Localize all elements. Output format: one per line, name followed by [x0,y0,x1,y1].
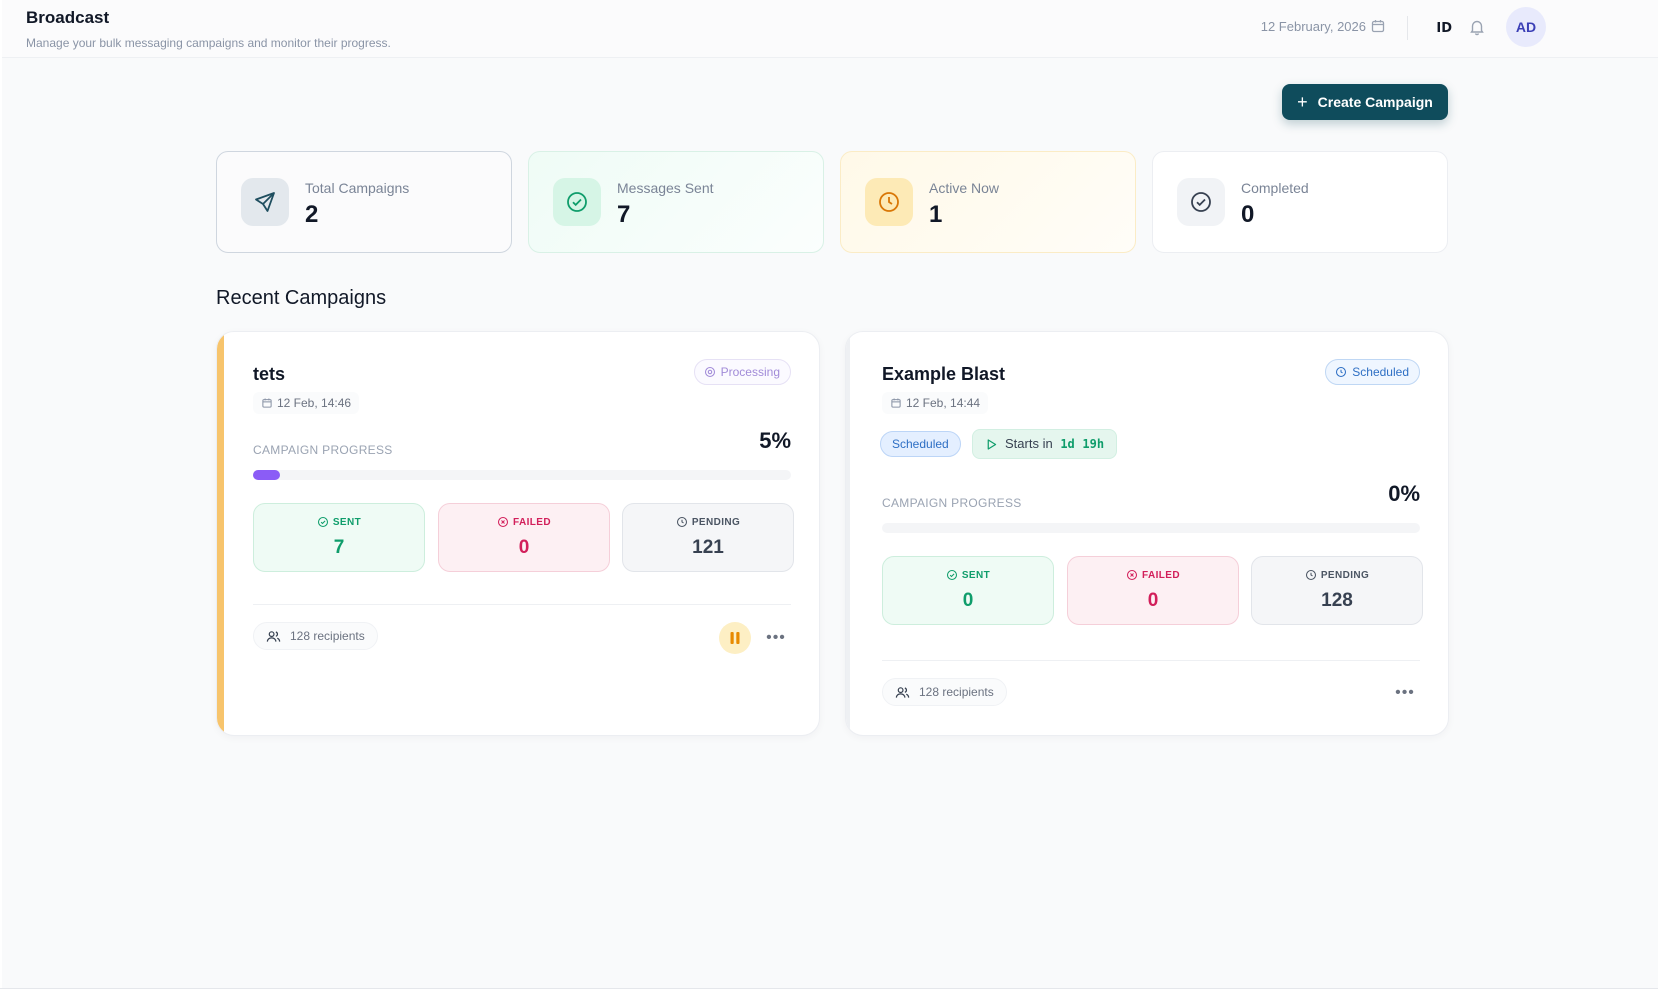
clock-icon [865,178,913,226]
language-switcher[interactable]: ID [1436,21,1452,36]
progress-track [253,470,791,480]
campaign-date: 12 Feb, 14:46 [253,392,360,414]
starts-in-countdown: Starts in 1d 19h [972,429,1118,459]
progress-label: CAMPAIGN PROGRESS [882,496,1022,510]
users-icon [266,631,281,642]
pause-button[interactable] [719,622,751,654]
pause-icon [730,632,740,644]
sent-value: 0 [962,590,974,611]
campaign-name: Example Blast [882,364,1006,384]
calendar-icon [891,398,901,408]
countdown-days: 1d [1060,437,1075,451]
section-title: Recent Campaigns [216,287,387,309]
stat-value: 2 [305,201,319,228]
progress-track [882,523,1420,533]
calendar-icon[interactable] [1370,18,1386,34]
card-divider [253,604,791,605]
campaign-date: 12 Feb, 14:44 [882,392,989,414]
status-badge: Processing [693,359,791,385]
status-text: Scheduled [1352,365,1409,379]
status-text: Processing [720,365,780,379]
starts-in-label: Starts in [1005,436,1053,451]
stat-label: Messages Sent [617,180,714,196]
calendar-icon [262,398,272,408]
recipients-text: 128 recipients [290,629,365,643]
recipients-count: 128 recipients [253,622,378,650]
campaign-date-text: 12 Feb, 14:44 [906,396,981,410]
header-separator [1407,16,1408,40]
progress-percent: 5% [759,428,791,453]
sent-label: SENT [883,569,1053,581]
failed-counter: FAILED 0 [438,503,610,572]
send-icon [241,178,289,226]
status-accent-bar [217,332,224,735]
users-icon [895,687,910,698]
check-circle-icon [553,178,601,226]
clock-icon [1305,569,1316,581]
top-header: Broadcast Manage your bulk messaging cam… [2,0,1658,58]
progress-fill [253,470,280,480]
pending-counter: PENDING 121 [622,503,794,572]
campaign-card[interactable]: tets 12 Feb, 14:46 Processing CAMPAIGN P… [216,331,820,736]
stat-label: Completed [1241,180,1309,196]
pending-value: 128 [1321,590,1353,611]
check-circle-icon [946,569,957,581]
pending-label: PENDING [1252,569,1422,581]
user-avatar[interactable]: AD [1506,7,1546,47]
status-badge: Scheduled [1325,359,1420,385]
pending-value: 121 [692,537,724,558]
plus-icon: + [1297,92,1308,112]
failed-value: 0 [1147,590,1159,611]
progress-percent: 0% [1388,481,1420,506]
failed-counter: FAILED 0 [1067,556,1239,625]
progress-label: CAMPAIGN PROGRESS [253,443,393,457]
header-date: 12 February, 2026 [1260,19,1366,34]
pending-counter: PENDING 128 [1251,556,1423,625]
status-accent-bar [846,332,850,735]
pending-label: PENDING [623,516,793,528]
stat-card-completed: Completed 0 [1152,151,1448,253]
stat-value: 7 [617,201,631,228]
stat-value: 0 [1241,201,1255,228]
campaign-card[interactable]: Example Blast 12 Feb, 14:44 Scheduled Sc… [845,331,1449,736]
create-campaign-label: Create Campaign [1317,94,1433,110]
sent-value: 7 [333,537,345,558]
check-circle-icon [1177,178,1225,226]
create-campaign-button[interactable]: + Create Campaign [1282,84,1448,120]
stat-card-messages-sent: Messages Sent 7 [528,151,824,253]
card-divider [882,660,1420,661]
check-circle-icon [317,516,328,528]
stat-card-total-campaigns: Total Campaigns 2 [216,151,512,253]
stat-value: 1 [929,201,943,228]
x-circle-icon [497,516,509,528]
sent-label: SENT [254,516,424,528]
page-title: Broadcast [26,8,110,27]
scheduled-pill: Scheduled [880,431,961,457]
more-options-icon[interactable]: ••• [1390,678,1420,708]
clock-icon [1336,366,1347,378]
recipients-count: 128 recipients [882,678,1007,706]
bell-icon[interactable] [1468,18,1486,36]
sent-counter: SENT 0 [882,556,1054,625]
play-icon [987,439,997,450]
app-frame: Broadcast Manage your bulk messaging cam… [2,0,1658,989]
countdown-hours: 19h [1082,437,1105,451]
failed-label: FAILED [1068,569,1238,581]
processing-icon [704,366,715,378]
stat-card-active-now: Active Now 1 [840,151,1136,253]
stat-label: Active Now [929,180,1000,196]
x-circle-icon [1126,569,1138,581]
page-subtitle: Manage your bulk messaging campaigns and… [26,36,391,50]
campaign-name: tets [253,364,286,384]
sent-counter: SENT 7 [253,503,425,572]
failed-label: FAILED [439,516,609,528]
recipients-text: 128 recipients [919,685,994,699]
clock-icon [676,516,687,528]
failed-value: 0 [518,537,530,558]
more-options-icon[interactable]: ••• [761,623,791,653]
campaign-date-text: 12 Feb, 14:46 [277,396,352,410]
stat-label: Total Campaigns [305,180,410,196]
